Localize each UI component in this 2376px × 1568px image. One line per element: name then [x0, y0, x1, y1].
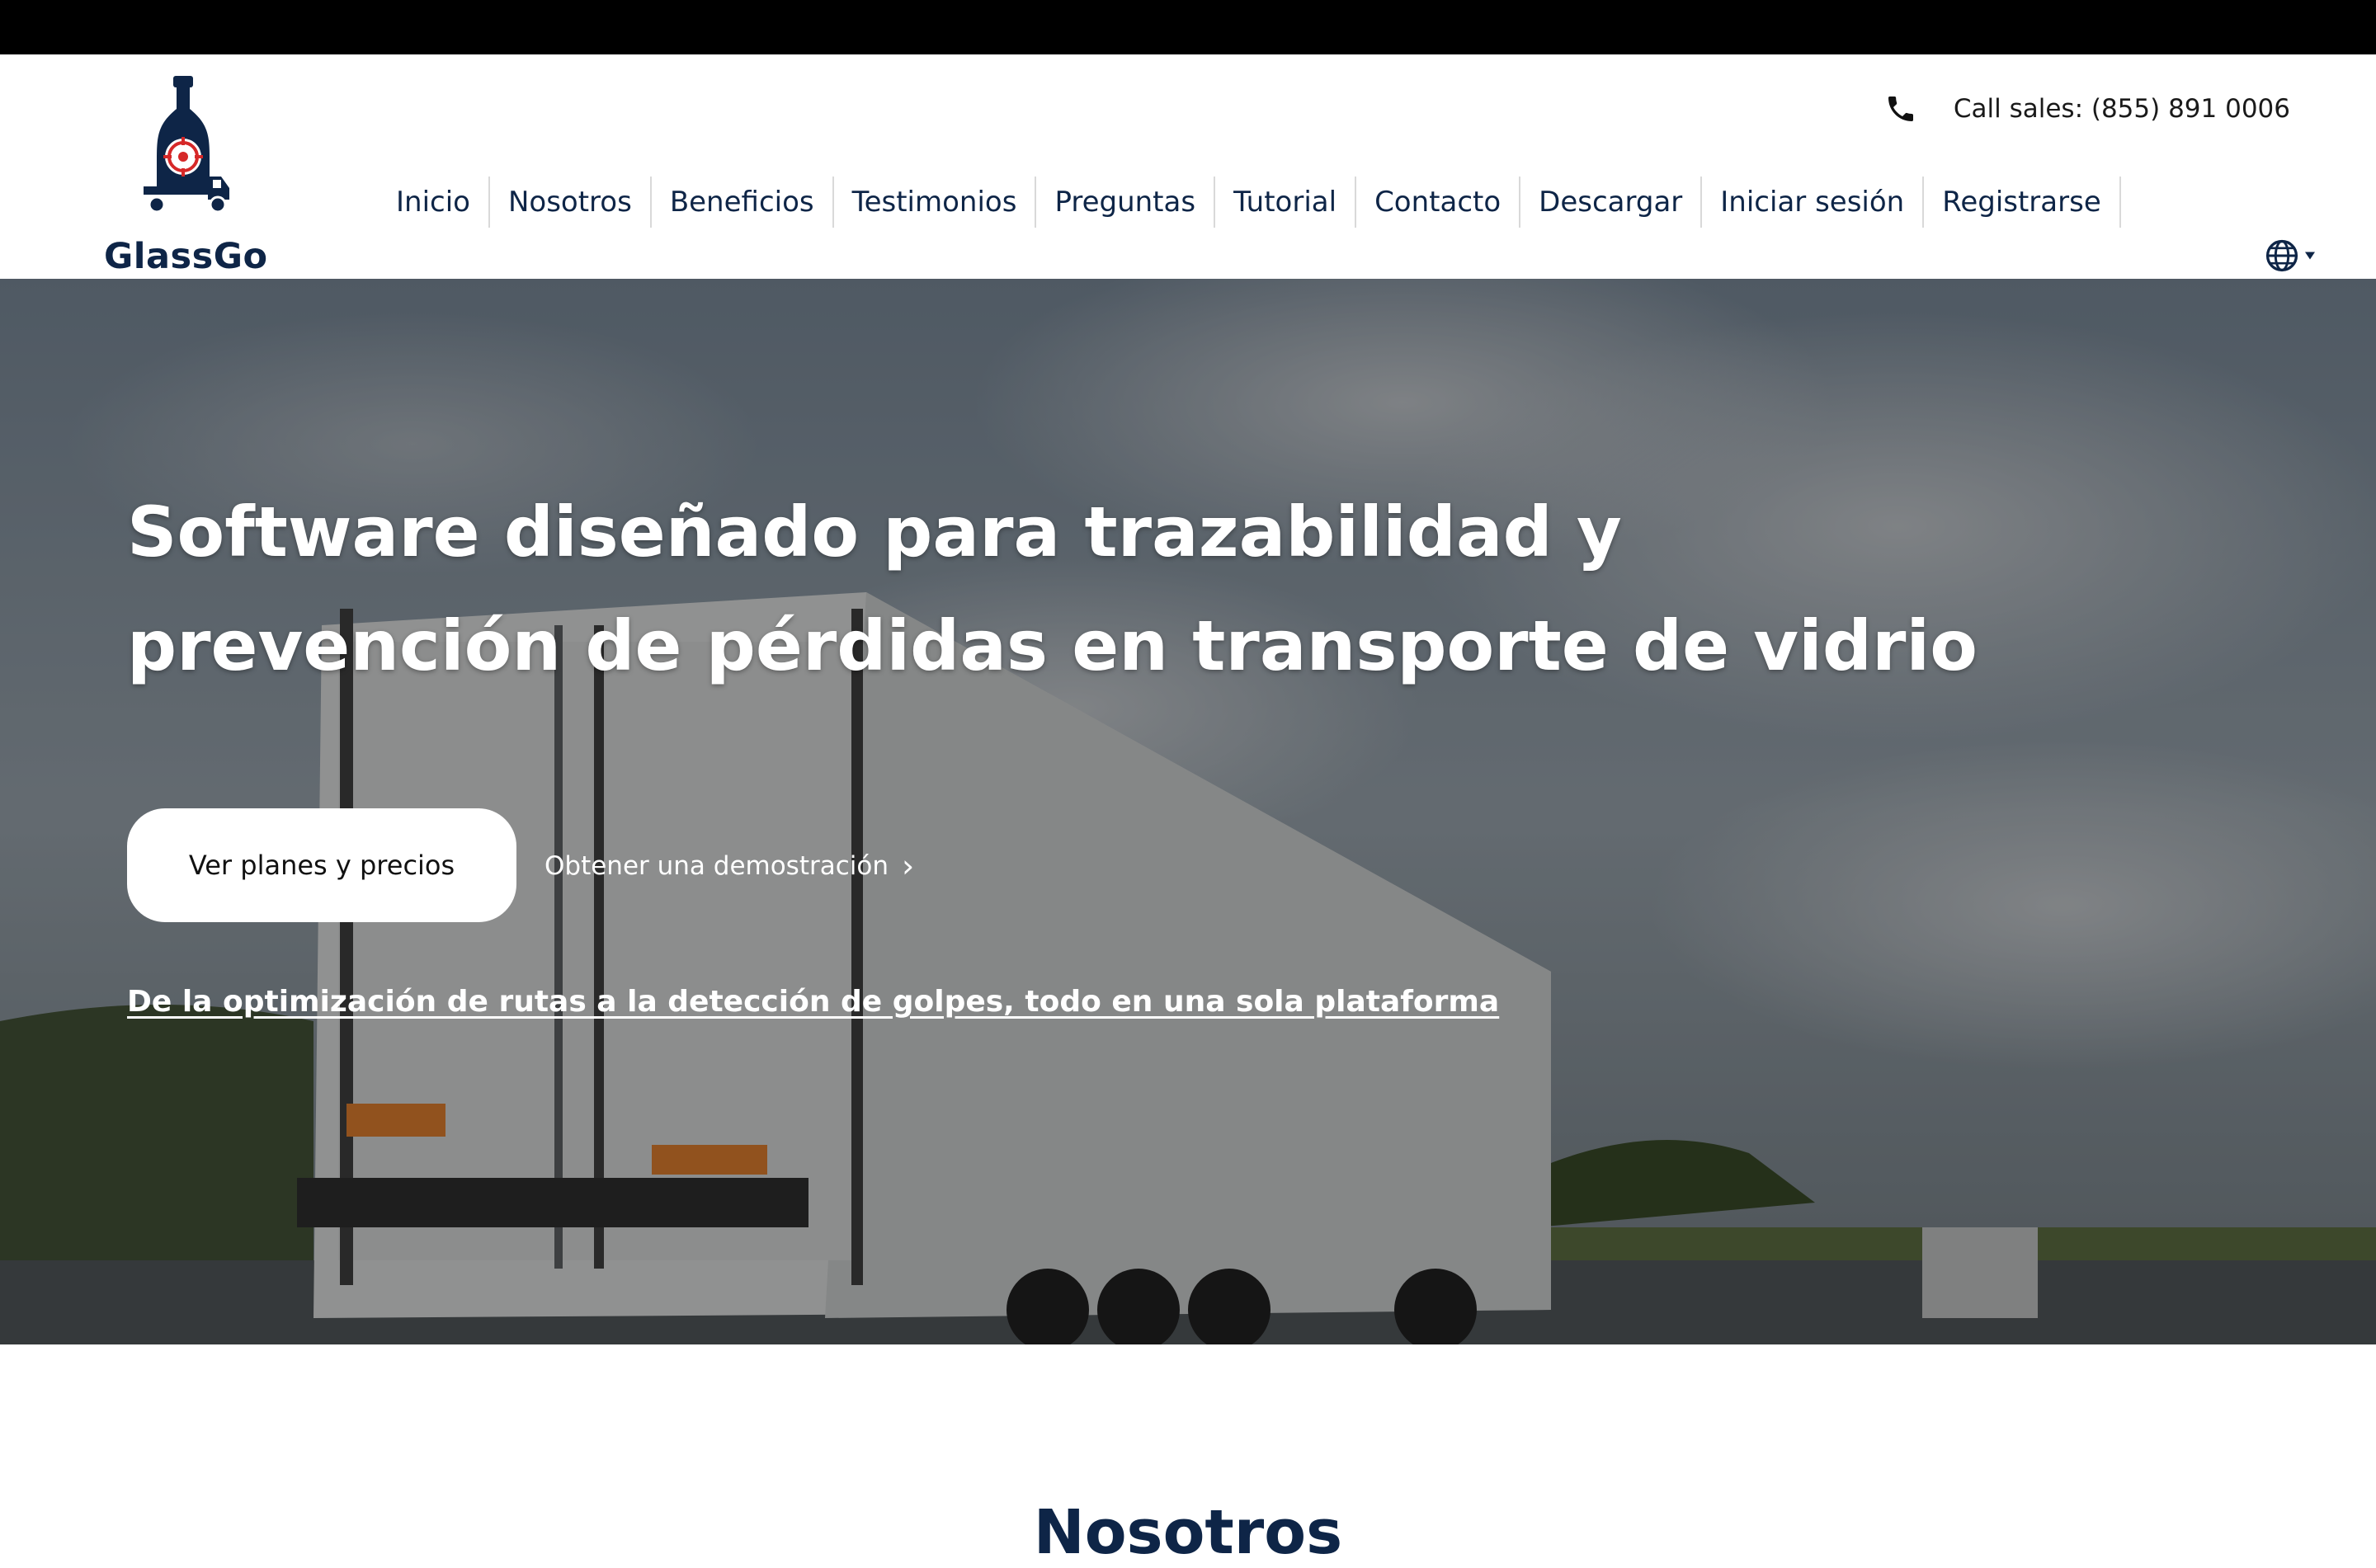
- glassgo-logo[interactable]: GlassGo: [101, 76, 274, 277]
- hero-title-line2: prevención de pérdidas en transporte de …: [127, 605, 1978, 687]
- phone-icon: [1888, 97, 1913, 121]
- demo-link-label: Obtener una demostración: [544, 851, 889, 881]
- plans-pricing-button[interactable]: Ver planes y precios: [127, 808, 516, 922]
- nav-divider: [2119, 177, 2121, 228]
- site-header: GlassGo Call sales: (855) 891 0006 Inici…: [0, 54, 2376, 279]
- hero-subtitle-link[interactable]: De la optimización de rutas a la detecci…: [127, 985, 1499, 1019]
- bottle-truck-logo-icon: [144, 76, 229, 214]
- nav-contacto[interactable]: Contacto: [1356, 177, 1519, 228]
- language-selector[interactable]: [2264, 234, 2322, 277]
- phone-number: Call sales: (855) 891 0006: [1953, 94, 2290, 124]
- globe-icon: [2265, 239, 2298, 272]
- nav-registrarse[interactable]: Registrarse: [1924, 177, 2119, 228]
- nav-preguntas[interactable]: Preguntas: [1036, 177, 1214, 228]
- main-nav: Inicio Nosotros Beneficios Testimonios P…: [378, 175, 2121, 229]
- nav-testimonios[interactable]: Testimonios: [834, 177, 1035, 228]
- hero-title: Software diseñado para trazabilidad y pr…: [127, 475, 2107, 703]
- top-black-bar: [0, 0, 2376, 54]
- caret-down-icon: [2305, 252, 2315, 260]
- logo-wordmark: GlassGo: [104, 236, 268, 277]
- nav-descargar[interactable]: Descargar: [1520, 177, 1700, 228]
- demo-link[interactable]: Obtener una demostración ›: [544, 843, 914, 889]
- nav-inicio[interactable]: Inicio: [378, 177, 488, 228]
- nav-tutorial[interactable]: Tutorial: [1215, 177, 1355, 228]
- chevron-right-icon: ›: [902, 848, 915, 884]
- nav-nosotros[interactable]: Nosotros: [490, 177, 650, 228]
- hero-title-line1: Software diseñado para trazabilidad y: [127, 492, 1622, 573]
- nav-iniciar-sesion[interactable]: Iniciar sesión: [1702, 177, 1922, 228]
- nav-beneficios[interactable]: Beneficios: [652, 177, 832, 228]
- section-title-nosotros: Nosotros: [1033, 1497, 1343, 1568]
- call-sales[interactable]: Call sales: (855) 891 0006: [1884, 91, 2290, 127]
- hero-section: Software diseñado para trazabilidad y pr…: [0, 279, 2376, 1344]
